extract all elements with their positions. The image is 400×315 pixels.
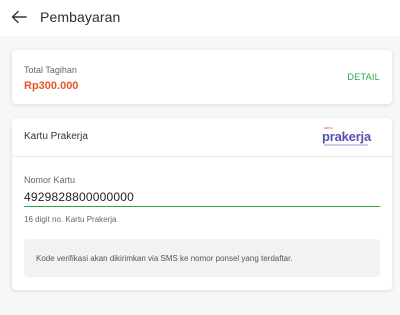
back-button[interactable] <box>10 8 28 26</box>
kartu-prakerja-header: Kartu Prakerja kartu prakerja <box>12 118 392 157</box>
page-title: Pembayaran <box>40 9 121 25</box>
prakerja-logo-tagline <box>324 144 368 146</box>
prakerja-logo-main-text: prakerja <box>322 129 371 144</box>
app-header: Pembayaran <box>0 0 400 36</box>
total-tagihan-card: Total Tagihan Rp300.000 DETAIL <box>12 50 392 104</box>
sms-info-box: Kode verifikasi akan dikirimkan via SMS … <box>24 239 380 277</box>
total-tagihan-label: Total Tagihan <box>24 65 77 75</box>
detail-link[interactable]: DETAIL <box>347 72 380 82</box>
nomor-kartu-input[interactable] <box>24 188 380 207</box>
nomor-kartu-helper: 16 digit no. Kartu Prakerja <box>24 215 117 224</box>
total-tagihan-amount: Rp300.000 <box>24 80 79 92</box>
kartu-prakerja-card: Kartu Prakerja kartu prakerja Nomor Kart… <box>12 118 392 290</box>
prakerja-logo: kartu prakerja <box>322 125 380 149</box>
sms-info-text: Kode verifikasi akan dikirimkan via SMS … <box>36 254 293 263</box>
nomor-kartu-label: Nomor Kartu <box>24 175 76 185</box>
kartu-prakerja-title: Kartu Prakerja <box>24 131 88 142</box>
arrow-left-icon <box>11 10 27 24</box>
